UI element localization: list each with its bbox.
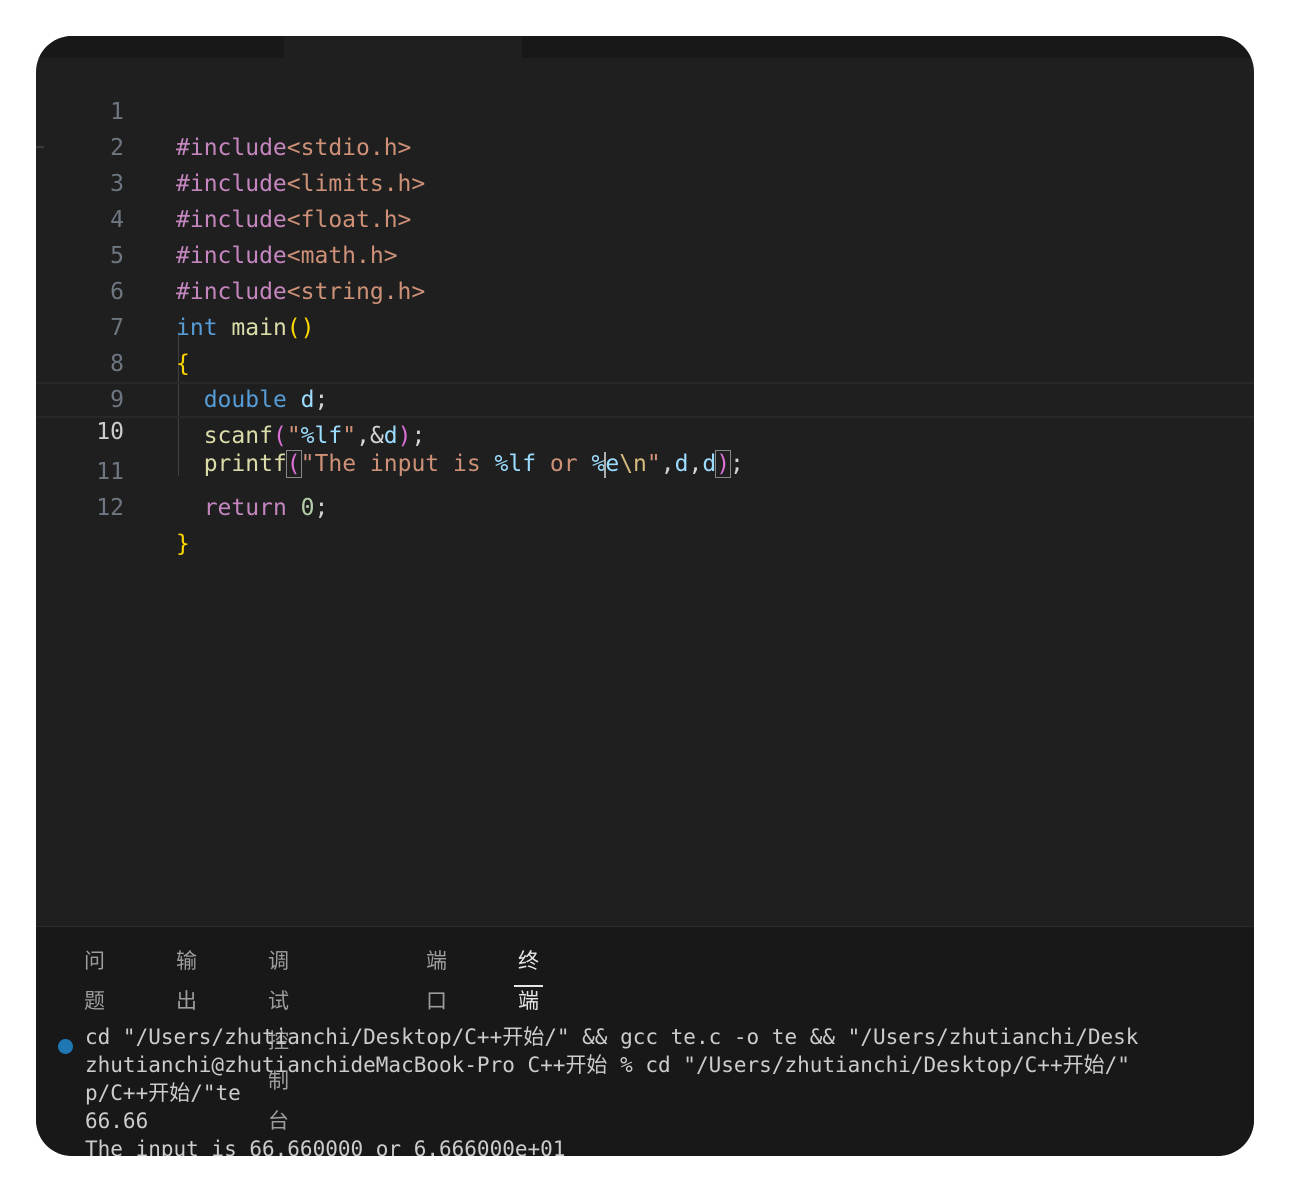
- number: 0: [300, 495, 315, 521]
- line-number: 12: [96, 495, 124, 521]
- control-keyword: return: [203, 495, 287, 521]
- code-line[interactable]: 11 return 0;: [36, 418, 1254, 521]
- command-status-dot[interactable]: [58, 1039, 73, 1054]
- terminal-line: 66.66: [85, 1109, 149, 1133]
- bottom-panel: 问题 输出 调试控制台 端口 终端 cd "/Users/zhutianchi/…: [36, 926, 1254, 1156]
- code-line-current[interactable]: 10 printf("The input is %lf or %e\n",d,d…: [36, 382, 1254, 478]
- code-line[interactable]: 8 double d;: [36, 310, 1254, 413]
- terminal-line: cd "/Users/zhutianchi/Desktop/C++开始/" &&…: [85, 1025, 1139, 1049]
- vscode-window: 1 #include<stdio.h> 2 #include<limits.h>…: [36, 36, 1254, 1156]
- code-editor[interactable]: 1 #include<stdio.h> 2 #include<limits.h>…: [36, 58, 1254, 926]
- code-line[interactable]: 2 #include<limits.h>: [36, 94, 1254, 197]
- code-line[interactable]: 1 #include<stdio.h>: [36, 58, 1254, 161]
- code-line[interactable]: 3 #include<float.h>: [36, 130, 1254, 233]
- code-line[interactable]: 6 int main(): [36, 238, 1254, 341]
- brace: }: [176, 531, 190, 557]
- terminal-line: p/C++开始/"te: [85, 1081, 241, 1105]
- tab-output[interactable]: 输出: [176, 941, 197, 1013]
- tab-problems[interactable]: 问题: [84, 941, 105, 1013]
- punctuation: ;: [314, 495, 329, 521]
- terminal-line: The input is 66.660000 or 6.666000e+01: [85, 1137, 566, 1156]
- terminal-line: zhutianchi@zhutianchideMacBook-Pro C++开始…: [85, 1053, 1130, 1077]
- code-line[interactable]: 4 #include<math.h>: [36, 166, 1254, 269]
- code-line[interactable]: 9 scanf("%lf",&d);: [36, 346, 1254, 449]
- tab-terminal[interactable]: 终端: [514, 941, 543, 1013]
- code-line[interactable]: 7 {: [36, 274, 1254, 377]
- code-line[interactable]: 12 }: [36, 454, 1254, 557]
- tab-debug-console[interactable]: 调试控制台: [268, 941, 289, 1133]
- editor-tab-bar: [36, 36, 1254, 58]
- editor-tab[interactable]: [284, 36, 522, 58]
- code-line[interactable]: 5 #include<string.h>: [36, 202, 1254, 305]
- tab-ports[interactable]: 端口: [426, 941, 447, 1013]
